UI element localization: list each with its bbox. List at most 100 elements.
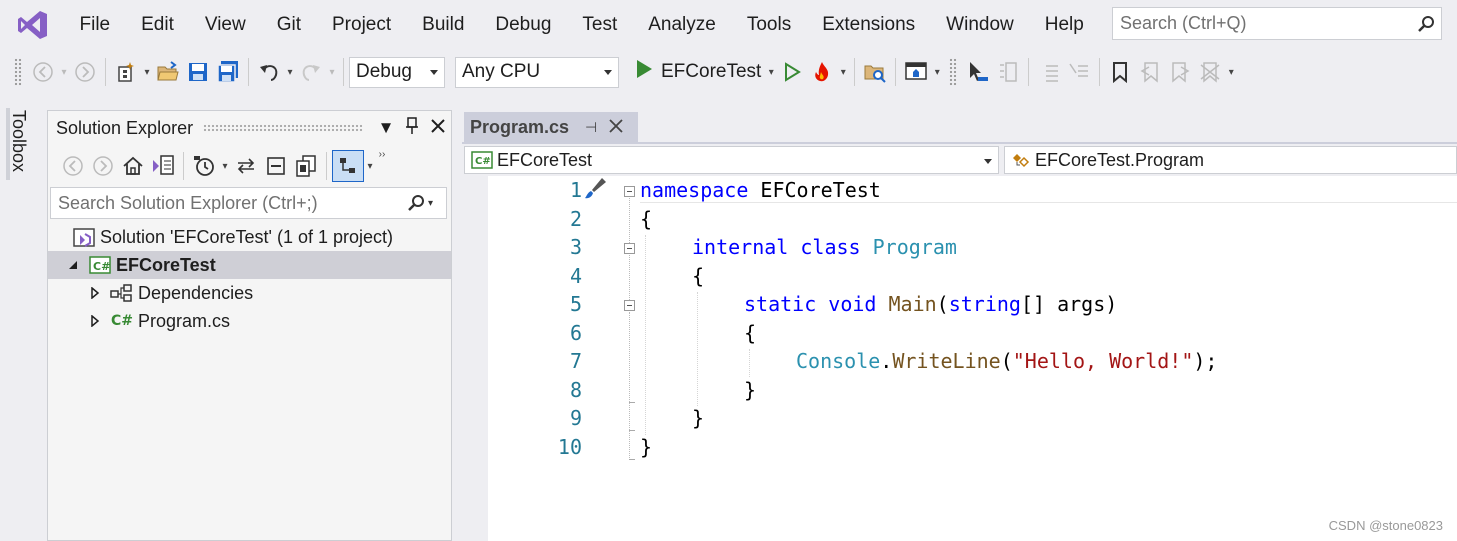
toolbox-tab[interactable]: Toolbox <box>8 110 29 172</box>
next-bookmark-icon[interactable] <box>1165 57 1195 87</box>
switch-views-icon[interactable] <box>148 151 178 181</box>
comment-lines-icon[interactable] <box>1034 57 1064 87</box>
menu-extensions[interactable]: Extensions <box>807 0 931 50</box>
toolbar-grip[interactable] <box>14 58 22 86</box>
chevron-down-icon[interactable]: ▾ <box>364 161 376 172</box>
chevron-down-icon <box>984 159 992 164</box>
chevron-down-icon[interactable]: ▾ <box>931 67 943 78</box>
chevron-down-icon[interactable]: ▾ <box>765 67 777 78</box>
navigate-forward-icon[interactable] <box>70 57 100 87</box>
chevron-down-icon[interactable]: ▾ <box>837 67 849 78</box>
chevron-down-icon[interactable]: ▾ <box>1225 67 1237 78</box>
quick-actions-brush-icon[interactable] <box>582 176 608 207</box>
menu-edit[interactable]: Edit <box>126 0 190 50</box>
global-search-input[interactable]: Search (Ctrl+Q) <box>1112 7 1442 40</box>
chevron-down-icon[interactable]: ▾ <box>326 67 338 78</box>
toolbar-divider <box>343 58 344 86</box>
browser-link-icon[interactable] <box>901 57 931 87</box>
chevron-down-icon[interactable]: ▾ <box>219 161 231 172</box>
collapse-namespace-icon[interactable] <box>624 186 635 197</box>
toolbar-divider <box>1028 58 1030 86</box>
collapse-all-icon[interactable] <box>261 151 291 181</box>
home-icon[interactable] <box>118 151 148 181</box>
run-target-label: EFCoreTest <box>661 61 762 82</box>
new-project-icon[interactable] <box>111 57 141 87</box>
start-without-debugging-icon[interactable] <box>777 57 807 87</box>
previous-bookmark-icon[interactable] <box>1135 57 1165 87</box>
menu-git[interactable]: Git <box>261 0 316 50</box>
menu-file[interactable]: File <box>64 0 126 50</box>
indent-guide <box>645 235 646 435</box>
menu-analyze[interactable]: Analyze <box>633 0 732 50</box>
solution-configuration-select[interactable]: Debug <box>349 56 445 88</box>
close-tab-icon[interactable] <box>609 117 623 138</box>
project-navigation-dropdown[interactable]: C# EFCoreTest <box>464 146 999 174</box>
save-all-icon[interactable] <box>213 57 243 87</box>
window-options-dropdown-icon[interactable]: ▼ <box>373 118 399 138</box>
outline-icon[interactable] <box>993 57 1023 87</box>
menu-project[interactable]: Project <box>317 0 407 50</box>
menu-tools[interactable]: Tools <box>731 0 806 50</box>
solution-platform-select[interactable]: Any CPU <box>455 56 619 88</box>
code-text-area[interactable]: 1 2 3 4 5 6 7 8 9 10 namespace EFCoreTes… <box>462 176 1457 541</box>
pin-tab-icon[interactable]: ⊣ <box>585 119 597 136</box>
toolbar-grip[interactable] <box>949 58 958 86</box>
method-name: Main <box>888 292 937 316</box>
undo-icon[interactable] <box>254 57 284 87</box>
solution-explorer-titlebar[interactable]: Solution Explorer ▼ <box>48 111 451 145</box>
chevron-down-icon[interactable]: ▾ <box>141 67 153 78</box>
uncomment-lines-icon[interactable] <box>1064 57 1094 87</box>
brace: { <box>744 321 757 345</box>
preview-selected-items-icon[interactable] <box>332 150 364 182</box>
bookmark-icon[interactable] <box>1105 57 1135 87</box>
show-all-files-icon[interactable] <box>291 151 321 181</box>
platform-value: Any CPU <box>462 61 541 82</box>
back-icon[interactable] <box>58 151 88 181</box>
select-element-icon[interactable] <box>963 57 993 87</box>
project-node[interactable]: C# EFCoreTest <box>48 251 451 279</box>
tab-program-cs[interactable]: Program.cs ⊣ <box>464 112 638 142</box>
keyword: internal class <box>692 235 861 259</box>
menu-view[interactable]: View <box>189 0 261 50</box>
type-navigation-dropdown[interactable]: EFCoreTest.Program <box>1004 146 1457 174</box>
pin-icon[interactable] <box>399 116 425 140</box>
menu-help[interactable]: Help <box>1029 0 1099 50</box>
solution-search-placeholder: Search Solution Explorer (Ctrl+;) <box>58 192 318 213</box>
start-debugging-button[interactable]: EFCoreTest <box>631 56 765 88</box>
find-in-files-icon[interactable] <box>860 57 890 87</box>
pending-changes-filter-icon[interactable] <box>189 151 219 181</box>
menu-test[interactable]: Test <box>567 0 633 50</box>
solution-node[interactable]: Solution 'EFCoreTest' (1 of 1 project) <box>48 223 451 251</box>
collapse-class-icon[interactable] <box>624 243 635 254</box>
clear-bookmarks-icon[interactable] <box>1195 57 1225 87</box>
solution-explorer-search-input[interactable]: Search Solution Explorer (Ctrl+;) ▾ <box>50 187 447 219</box>
visual-studio-logo-icon[interactable] <box>16 8 50 42</box>
chevron-down-icon <box>604 69 612 75</box>
expanded-triangle-icon[interactable] <box>62 260 84 270</box>
save-icon[interactable] <box>183 57 213 87</box>
search-options-dropdown-icon[interactable]: ▾ <box>428 198 446 209</box>
forward-icon[interactable] <box>88 151 118 181</box>
type-name: Program <box>872 235 957 259</box>
toolbar-divider <box>105 58 106 86</box>
menu-build[interactable]: Build <box>407 0 480 50</box>
menu-debug[interactable]: Debug <box>480 0 567 50</box>
punctuation: ); <box>1193 349 1218 373</box>
menu-window[interactable]: Window <box>931 0 1030 50</box>
open-folder-icon[interactable] <box>153 57 183 87</box>
navigate-back-icon[interactable] <box>28 57 58 87</box>
line-number: 2 <box>569 207 582 231</box>
chevron-down-icon[interactable]: ▾ <box>284 67 296 78</box>
sync-with-active-document-icon[interactable] <box>231 151 261 181</box>
redo-icon[interactable] <box>296 57 326 87</box>
collapse-method-icon[interactable] <box>624 300 635 311</box>
collapsed-triangle-icon[interactable] <box>84 287 106 299</box>
chevron-down-icon[interactable]: ▾ <box>58 67 70 78</box>
program-cs-node[interactable]: C# Program.cs <box>48 307 451 335</box>
hot-reload-icon[interactable] <box>807 57 837 87</box>
collapsed-triangle-icon[interactable] <box>84 315 106 327</box>
overflow-icon[interactable]: ›› <box>376 149 388 160</box>
close-icon[interactable] <box>425 118 451 138</box>
code-line-1: namespace EFCoreTest <box>640 178 881 202</box>
dependencies-node[interactable]: Dependencies <box>48 279 451 307</box>
